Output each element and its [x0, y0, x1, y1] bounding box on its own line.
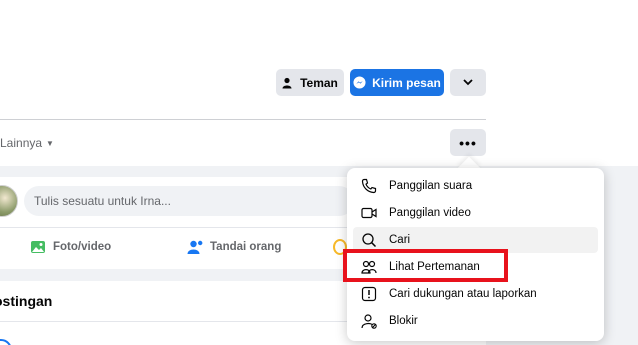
post-avatar — [0, 339, 12, 345]
more-dots-icon: ••• — [459, 134, 477, 151]
posts-title: ostingan — [0, 293, 53, 309]
menu-item-label: Panggilan suara — [389, 180, 473, 192]
menu-item-video-call[interactable]: Panggilan video — [353, 200, 598, 226]
menu-item-block[interactable]: Blokir — [353, 308, 598, 334]
phone-icon — [361, 178, 377, 194]
menu-item-report[interactable]: Cari dukungan atau laporkan — [353, 281, 598, 307]
tag-people-label: Tandai orang — [210, 241, 282, 253]
report-icon — [361, 286, 377, 302]
friends-label: Teman — [300, 75, 338, 90]
caret-down-icon: ▼ — [46, 138, 54, 148]
tab-more[interactable]: Lainnya ▼ — [0, 136, 54, 150]
tab-more-label: Lainnya — [0, 136, 43, 150]
photo-icon — [31, 241, 45, 253]
avatar[interactable] — [0, 185, 18, 217]
menu-item-label: Cari dukungan atau laporkan — [389, 288, 537, 300]
more-options-button[interactable]: ••• — [450, 129, 486, 156]
friend-check-icon — [282, 77, 292, 88]
profile-header: Teman Kirim pesan Lainnya ▼ ••• — [0, 0, 638, 166]
tag-people-icon — [187, 240, 203, 254]
chevron-down-icon — [463, 79, 473, 86]
menu-item-label: Panggilan video — [389, 207, 471, 219]
photo-video-button[interactable]: Foto/video — [30, 239, 111, 255]
photo-video-label: Foto/video — [53, 241, 112, 253]
composer-placeholder: Tulis sesuatu untuk Irna... — [34, 194, 171, 208]
header-divider — [0, 119, 486, 120]
video-camera-icon — [361, 207, 377, 219]
menu-item-label: Blokir — [389, 315, 418, 327]
menu-item-label: Cari — [389, 234, 411, 246]
friends-button[interactable]: Teman — [276, 69, 344, 96]
dropdown-button[interactable] — [450, 69, 486, 96]
search-icon — [362, 233, 377, 248]
send-message-label: Kirim pesan — [372, 75, 441, 90]
composer-input[interactable]: Tulis sesuatu untuk Irna... — [24, 186, 354, 216]
highlight-annotation — [343, 249, 508, 282]
block-user-icon — [361, 314, 377, 329]
send-message-button[interactable]: Kirim pesan — [350, 69, 444, 96]
messenger-icon — [353, 76, 366, 89]
tag-people-button[interactable]: Tandai orang — [187, 239, 281, 255]
menu-item-voice-call[interactable]: Panggilan suara — [353, 173, 598, 199]
